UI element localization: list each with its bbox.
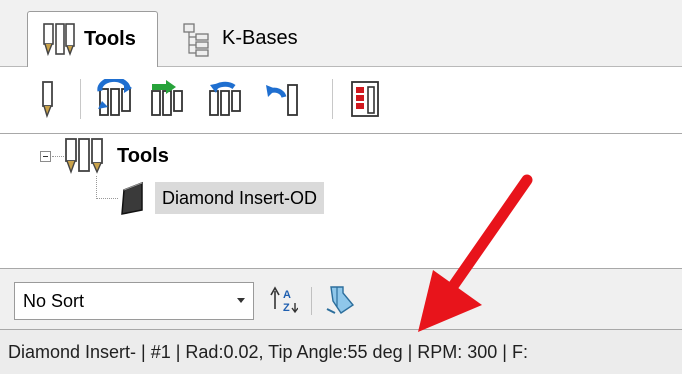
chevron-down-icon xyxy=(237,298,245,303)
tab-k-bases[interactable]: K-Bases xyxy=(178,11,318,66)
sort-az-button[interactable]: A Z xyxy=(266,281,302,319)
tool-report-button[interactable] xyxy=(344,79,388,119)
undo-tool-button[interactable] xyxy=(264,79,308,119)
import-tools-icon xyxy=(151,80,183,116)
status-text: Diamond Insert- | #1 | Rad:0.02, Tip Ang… xyxy=(8,342,528,362)
tools-icon xyxy=(64,136,104,176)
tab-tools-label: Tools xyxy=(84,28,136,50)
tree-collapse-toggle[interactable] xyxy=(40,151,51,162)
tab-k-bases-label: K-Bases xyxy=(222,27,298,49)
tool-report-icon xyxy=(351,81,379,117)
diamond-insert-icon xyxy=(118,180,148,216)
refresh-tools-icon xyxy=(97,79,132,116)
toolbar-separator xyxy=(80,79,81,119)
tools-panel: Tools K-Bases Tools Diamond Insert-OD No… xyxy=(0,0,682,374)
sort-az-icon: A Z xyxy=(270,286,298,314)
sort-dropdown-value: No Sort xyxy=(23,291,85,311)
refresh-tools-button[interactable] xyxy=(94,79,138,119)
tool-filter-icon xyxy=(326,286,355,314)
tree-connector xyxy=(52,156,64,157)
tree-item-diamond-insert-od[interactable]: Diamond Insert-OD xyxy=(155,182,325,214)
tools-toolbar xyxy=(0,67,682,134)
tab-strip: Tools K-Bases xyxy=(0,0,682,67)
tree-root-label[interactable]: Tools xyxy=(117,145,169,168)
tree-connector xyxy=(96,176,97,199)
new-tool-button[interactable] xyxy=(26,79,70,119)
export-tools-icon xyxy=(209,81,241,116)
tree-connector xyxy=(96,198,118,199)
tools-icon xyxy=(42,21,76,59)
tool-filter-button[interactable] xyxy=(322,281,358,319)
sort-dropdown[interactable]: No Sort xyxy=(14,282,254,320)
export-tools-button[interactable] xyxy=(204,79,248,119)
tools-tree: Tools Diamond Insert-OD xyxy=(0,134,682,268)
svg-text:Z: Z xyxy=(283,302,290,314)
svg-text:A: A xyxy=(283,289,291,301)
k-bases-icon xyxy=(180,20,214,58)
sort-bar: No Sort A Z xyxy=(0,268,682,330)
tool-icon xyxy=(42,81,53,119)
undo-tool-icon xyxy=(266,84,298,116)
status-bar: Diamond Insert- | #1 | Rad:0.02, Tip Ang… xyxy=(0,330,682,374)
sort-bar-separator xyxy=(311,287,312,315)
tab-tools[interactable]: Tools xyxy=(27,11,158,67)
import-tools-button[interactable] xyxy=(146,79,190,119)
toolbar-separator xyxy=(332,79,333,119)
